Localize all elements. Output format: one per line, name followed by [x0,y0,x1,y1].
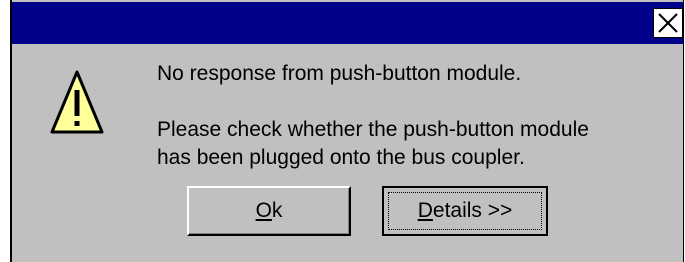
message-line-1: No response from push-button module. [157,62,522,85]
ok-button-label: Ok [255,199,283,222]
details-button[interactable]: Details >> [382,186,548,236]
message-dialog: No response from push-button module. Ple… [10,0,684,262]
close-icon [658,13,678,33]
title-bar[interactable] [12,2,683,44]
warning-icon [50,70,104,134]
message-line-3: has been plugged onto the bus coupler. [157,146,525,169]
details-button-label: Details >> [417,199,513,222]
close-button[interactable] [653,8,683,38]
message-line-2: Please check whether the push-button mod… [157,118,589,141]
ok-button[interactable]: Ok [187,186,351,236]
